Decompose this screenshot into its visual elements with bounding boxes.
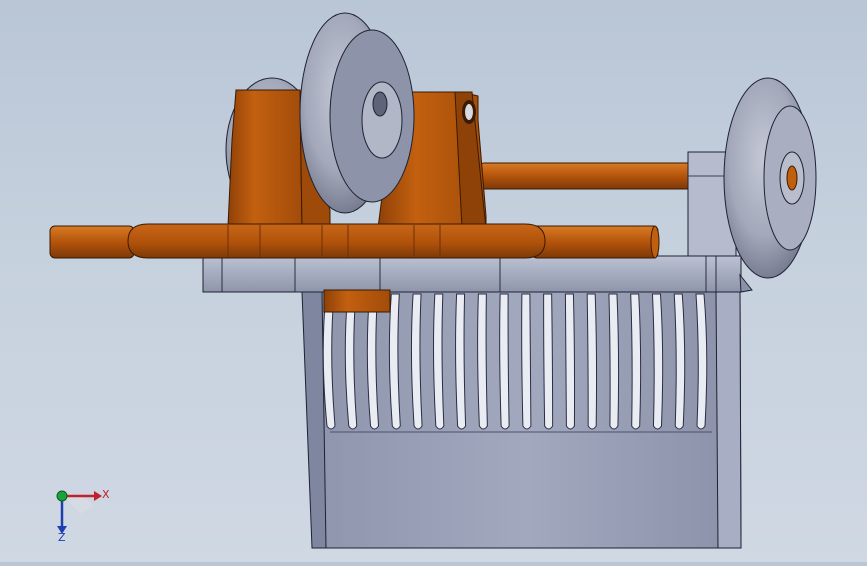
view-orientation-triad[interactable]: X Z [40, 480, 120, 550]
comb-slot [477, 293, 488, 430]
comb-slot [433, 293, 445, 430]
orange-post [323, 289, 391, 313]
comb-slot [608, 293, 620, 430]
comb-slot [521, 293, 532, 430]
axle-rod [479, 162, 711, 190]
graphics-viewport[interactable]: X Z [0, 0, 867, 562]
x-axis-arrowhead [94, 491, 102, 501]
cad-model-view[interactable] [0, 0, 867, 562]
comb-slot [455, 293, 467, 430]
drive-shaft-plate [49, 223, 660, 259]
comb-slot [410, 293, 423, 430]
comb-slot [630, 293, 642, 430]
z-axis-label: Z [58, 531, 66, 544]
comb-slot [651, 293, 664, 430]
top-frame-rail [202, 255, 753, 293]
front-top-wheel [299, 12, 415, 214]
y-axis-dot [56, 490, 68, 502]
comb-slot [673, 293, 686, 430]
comb-slot [499, 293, 510, 430]
comb-slot [586, 293, 598, 430]
comb-slot [564, 293, 576, 430]
x-axis-label: X [102, 488, 110, 501]
comb-slot [543, 293, 554, 430]
right-wheel [723, 77, 817, 279]
